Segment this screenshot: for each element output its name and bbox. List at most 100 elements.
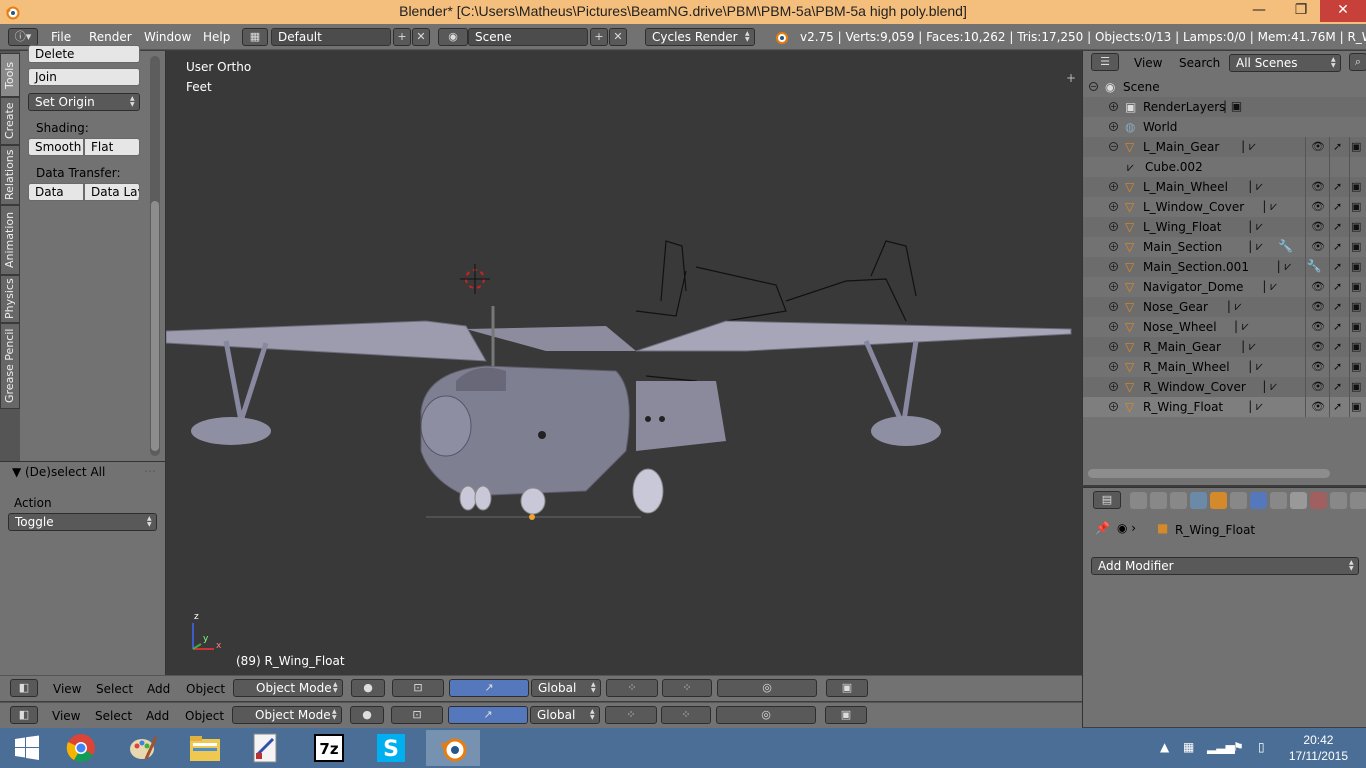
- mesh-data-icon[interactable]: | ⩗: [1241, 339, 1256, 354]
- mesh-data-icon[interactable]: | ⩗: [1227, 299, 1242, 314]
- visibility-eye-icon[interactable]: 👁: [1311, 140, 1325, 153]
- footer2-pivot-icon[interactable]: ⊡: [391, 706, 443, 724]
- selectability-cursor-icon[interactable]: ➚: [1333, 140, 1342, 153]
- mesh-data-icon[interactable]: | ⩗: [1248, 179, 1263, 194]
- footer1-layers2-icon[interactable]: ⁘: [662, 679, 712, 697]
- outliner-filter-dropdown[interactable]: All Scenes: [1229, 54, 1341, 72]
- footer2-menu-select[interactable]: Select: [95, 709, 132, 723]
- footer2-render-icon[interactable]: ▣: [825, 706, 867, 724]
- selectability-cursor-icon[interactable]: ➚: [1333, 300, 1342, 313]
- outliner-row[interactable]: + ▽ R_Main_Gear | ⩗ 👁 ➚ ▣: [1083, 337, 1366, 357]
- mesh-data-icon[interactable]: | ⩗: [1248, 359, 1263, 374]
- footer1-layers-icon[interactable]: ⁘: [606, 679, 658, 697]
- editor-type-3d-icon[interactable]: ◧: [10, 679, 38, 697]
- outliner-row[interactable]: + ▽ Nose_Gear | ⩗ 👁 ➚ ▣: [1083, 297, 1366, 317]
- render-camera-icon[interactable]: ▣: [1351, 140, 1361, 153]
- outliner-row[interactable]: + ▽ Main_Section.001 | ⩗ 🔧 – ➚ ▣: [1083, 257, 1366, 277]
- set-origin-dropdown[interactable]: Set Origin: [28, 93, 140, 111]
- mesh-data-icon[interactable]: | ⩗: [1277, 259, 1292, 274]
- outliner-row[interactable]: + ▽ R_Main_Wheel | ⩗ 👁 ➚ ▣: [1083, 357, 1366, 377]
- 3d-cursor-icon[interactable]: [460, 264, 490, 294]
- mesh-data-icon[interactable]: | ⩗: [1241, 139, 1256, 154]
- footer1-mode-dropdown[interactable]: Object Mode: [233, 679, 343, 697]
- expand-toggle-icon[interactable]: +: [1109, 302, 1118, 311]
- expand-toggle-icon[interactable]: −: [1109, 142, 1118, 151]
- outliner-row[interactable]: − ◉ Scene: [1083, 77, 1366, 97]
- data-layout-button[interactable]: Data Lay: [84, 183, 140, 201]
- render-layer-icon[interactable]: | ▣: [1223, 99, 1242, 113]
- footer2-mode-dropdown[interactable]: Object Mode: [232, 706, 342, 724]
- minimize-button[interactable]: —: [1244, 0, 1274, 22]
- visibility-eye-icon[interactable]: 👁: [1311, 300, 1325, 313]
- expand-toggle-icon[interactable]: +: [1109, 282, 1118, 291]
- footer1-manipulator-icon[interactable]: ↗: [449, 679, 529, 697]
- footer2-layers-icon[interactable]: ⁘: [605, 706, 657, 724]
- remove-layout-icon[interactable]: ✕: [412, 28, 430, 46]
- visibility-eye-icon[interactable]: 👁: [1311, 320, 1325, 333]
- visibility-eye-icon[interactable]: 👁: [1311, 400, 1325, 413]
- object-tab-icon[interactable]: [1210, 492, 1227, 509]
- visibility-eye-icon[interactable]: 👁: [1311, 280, 1325, 293]
- render-camera-icon[interactable]: ▣: [1351, 320, 1361, 333]
- editor-type-info-icon[interactable]: ⓘ▾: [8, 28, 38, 46]
- flat-button[interactable]: Flat: [84, 138, 140, 156]
- expand-toggle-icon[interactable]: +: [1109, 322, 1118, 331]
- menu-window[interactable]: Window: [144, 30, 191, 44]
- expand-toggle-icon[interactable]: +: [1109, 262, 1118, 271]
- taskbar-paint[interactable]: [116, 730, 170, 766]
- footer2-orientation-dropdown[interactable]: Global: [530, 706, 600, 724]
- tray-battery-icon[interactable]: ▯: [1258, 740, 1265, 754]
- render-camera-icon[interactable]: ▣: [1351, 380, 1361, 393]
- outliner-row[interactable]: + ▽ L_Wing_Float | ⩗ 👁 ➚ ▣: [1083, 217, 1366, 237]
- taskbar-mp3tag[interactable]: [238, 730, 292, 766]
- render-camera-icon[interactable]: ▣: [1351, 400, 1361, 413]
- 3d-viewport[interactable]: User Ortho Feet (89) R_Wing_Float + z x …: [166, 51, 1082, 675]
- render-camera-icon[interactable]: ▣: [1351, 220, 1361, 233]
- footer1-menu-object[interactable]: Object: [186, 682, 225, 696]
- texture-tab-icon[interactable]: [1310, 492, 1327, 509]
- render-layers-tab-icon[interactable]: [1150, 492, 1167, 509]
- visibility-eye-icon[interactable]: 👁: [1311, 200, 1325, 213]
- maximize-button[interactable]: ❐: [1286, 0, 1316, 22]
- visibility-eye-icon[interactable]: 👁: [1311, 240, 1325, 253]
- outliner-row[interactable]: + ▽ R_Wing_Float | ⩗ 👁 ➚ ▣: [1083, 397, 1366, 417]
- footer2-manipulator-icon[interactable]: ↗: [448, 706, 528, 724]
- footer1-render-icon[interactable]: ▣: [826, 679, 868, 697]
- material-tab-icon[interactable]: [1290, 492, 1307, 509]
- world-tab-icon[interactable]: [1190, 492, 1207, 509]
- mesh-data-icon[interactable]: | ⩗: [1234, 319, 1249, 334]
- taskbar-blender[interactable]: [426, 730, 480, 766]
- operator-collapse-icon[interactable]: ▼: [12, 465, 21, 479]
- tab-animation[interactable]: Animation: [0, 205, 20, 275]
- constraints-tab-icon[interactable]: [1230, 492, 1247, 509]
- expand-toggle-icon[interactable]: +: [1109, 102, 1118, 111]
- taskbar-file-explorer[interactable]: [178, 730, 232, 766]
- tab-relations[interactable]: Relations: [0, 145, 20, 205]
- visibility-eye-icon[interactable]: 👁: [1311, 340, 1325, 353]
- visibility-eye-icon[interactable]: –: [1311, 260, 1317, 273]
- mesh-data-icon[interactable]: | ⩗: [1262, 279, 1277, 294]
- system-clock[interactable]: 20:42 17/11/2015: [1289, 732, 1348, 764]
- footer1-menu-add[interactable]: Add: [147, 682, 170, 696]
- add-modifier-dropdown[interactable]: Add Modifier: [1091, 557, 1359, 575]
- tab-physics[interactable]: Physics: [0, 275, 20, 323]
- render-tab-icon[interactable]: [1130, 492, 1147, 509]
- render-camera-icon[interactable]: ▣: [1351, 240, 1361, 253]
- remove-scene-icon[interactable]: ✕: [609, 28, 627, 46]
- add-scene-icon[interactable]: +: [590, 28, 608, 46]
- outliner-row[interactable]: + ▣ RenderLayers | ▣: [1083, 97, 1366, 117]
- selectability-cursor-icon[interactable]: ➚: [1333, 380, 1342, 393]
- selectability-cursor-icon[interactable]: ➚: [1333, 340, 1342, 353]
- scene-tab-icon[interactable]: [1170, 492, 1187, 509]
- footer2-menu-object[interactable]: Object: [185, 709, 224, 723]
- footer2-menu-view[interactable]: View: [52, 709, 80, 723]
- delete-button[interactable]: Delete: [28, 45, 140, 63]
- outliner-row[interactable]: + ▽ L_Main_Wheel | ⩗ 👁 ➚ ▣: [1083, 177, 1366, 197]
- outliner-row[interactable]: + ◍ World: [1083, 117, 1366, 137]
- mesh-data-icon[interactable]: | ⩗: [1262, 199, 1277, 214]
- drag-handle-icon[interactable]: ⋯: [144, 464, 156, 478]
- footer2-menu-add[interactable]: Add: [146, 709, 169, 723]
- expand-toggle-icon[interactable]: +: [1109, 342, 1118, 351]
- tool-panel-scrollbar[interactable]: [150, 56, 160, 456]
- selectability-cursor-icon[interactable]: ➚: [1333, 280, 1342, 293]
